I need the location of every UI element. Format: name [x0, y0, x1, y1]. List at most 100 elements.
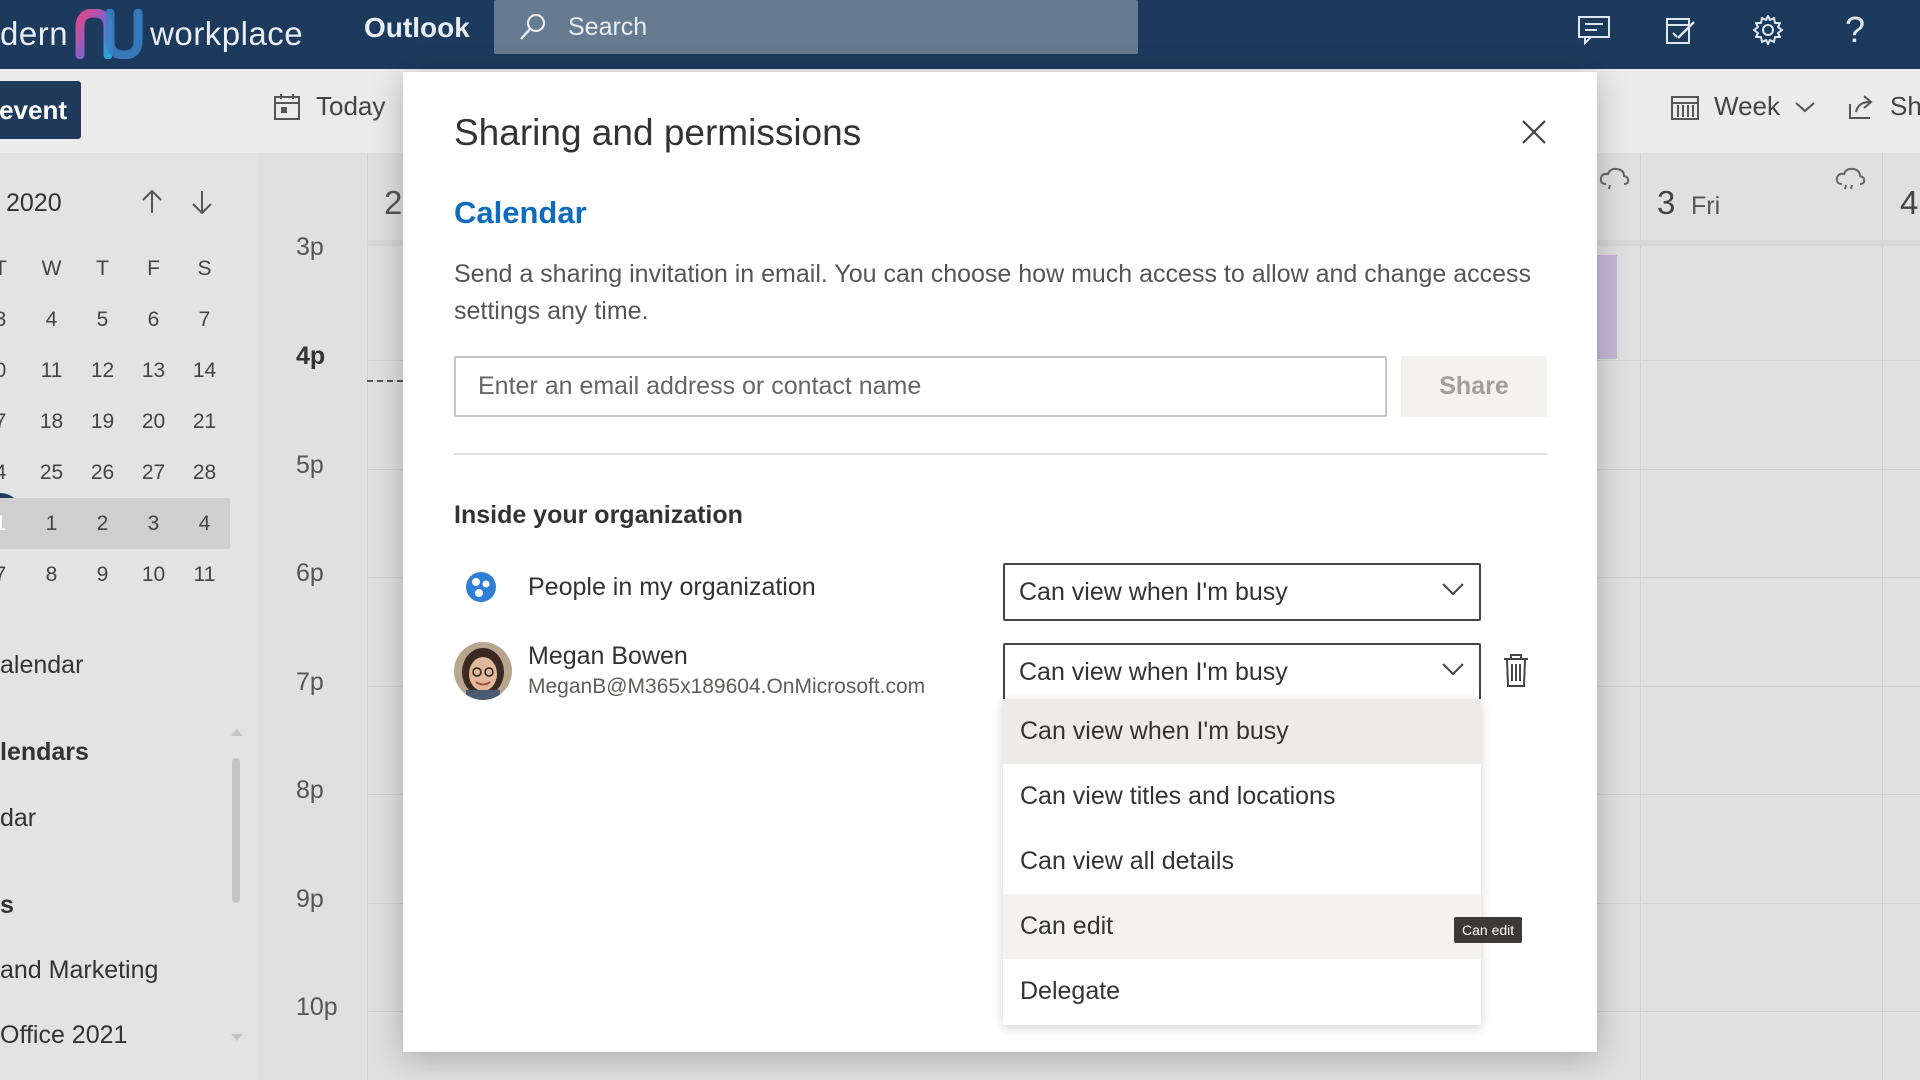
top-bar: dern workplace Outlook Search ? — [0, 0, 1920, 69]
weather-cloud-icon — [1599, 167, 1630, 190]
day-cell[interactable]: 11 — [26, 359, 77, 383]
arrow-up-icon[interactable] — [140, 189, 164, 222]
day-cell[interactable]: 28 — [179, 461, 230, 485]
sharing-permissions-dialog: Sharing and permissions Calendar Send a … — [403, 72, 1597, 1052]
view-switcher[interactable]: Week — [1670, 91, 1816, 122]
day-cell[interactable]: 20 — [128, 410, 179, 434]
person-permission-select[interactable]: Can view when I'm busy — [1003, 643, 1481, 701]
avatar — [454, 642, 512, 700]
day-cell[interactable]: 4 — [179, 512, 230, 536]
day-cell[interactable]: 12 — [77, 359, 128, 383]
chevron-down-icon — [1442, 663, 1464, 676]
search-box[interactable]: Search — [494, 0, 1138, 54]
time-label: 9p — [296, 885, 324, 913]
weekday-header-row: T W T F S — [0, 243, 230, 294]
calendar-event-block[interactable] — [1597, 255, 1617, 359]
day-header-number[interactable]: 3 — [1657, 184, 1675, 222]
app-name[interactable]: Outlook — [364, 12, 470, 44]
day-cell[interactable]: 4 — [26, 308, 77, 332]
sidebar-group-calendars[interactable]: lendars — [0, 738, 89, 767]
day-cell[interactable]: 2 — [77, 512, 128, 536]
day-cell[interactable]: 14 — [179, 359, 230, 383]
org-permission-select[interactable]: Can view when I'm busy — [1003, 563, 1481, 621]
day-cell[interactable]: 3 — [0, 308, 26, 332]
chevron-down-icon — [1795, 101, 1815, 112]
day-cell[interactable]: 10 — [128, 563, 179, 587]
day-cell[interactable]: 3 — [128, 512, 179, 536]
person-name: Megan Bowen — [528, 642, 688, 670]
menu-item-can-edit[interactable]: Can edit — [1003, 894, 1481, 959]
share-button[interactable]: Share — [1401, 356, 1547, 417]
sidebar-scrollbar[interactable] — [232, 758, 240, 903]
org-permission-value: Can view when I'm busy — [1019, 577, 1288, 606]
day-cell[interactable]: 6 — [128, 308, 179, 332]
menu-item-busy[interactable]: Can view when I'm busy — [1003, 699, 1481, 764]
help-icon[interactable]: ? — [1833, 8, 1877, 52]
mini-calendar-month[interactable]: 2020 — [6, 189, 62, 218]
day-cell[interactable]: 19 — [77, 410, 128, 434]
new-event-button[interactable]: event — [0, 81, 81, 139]
scroll-up-icon[interactable] — [230, 727, 244, 737]
gear-icon[interactable] — [1746, 8, 1790, 52]
section-title-calendar: Calendar — [454, 195, 587, 230]
day-header-name[interactable]: Fri — [1691, 192, 1720, 221]
sidebar-item-office-2021[interactable]: Office 2021 — [0, 1021, 127, 1050]
close-icon[interactable] — [1519, 117, 1549, 147]
trash-icon[interactable] — [1500, 653, 1532, 689]
org-row-name: People in my organization — [528, 573, 816, 601]
my-day-icon[interactable] — [1659, 8, 1703, 52]
day-cell[interactable]: 7 — [179, 308, 230, 332]
today-button[interactable]: Today — [272, 91, 385, 122]
day-cell[interactable]: 26 — [77, 461, 128, 485]
day-cell[interactable]: 7 — [0, 563, 26, 587]
time-label: 5p — [296, 451, 324, 479]
day-cell[interactable]: 21 — [179, 410, 230, 434]
day-cell-today[interactable]: 1 — [0, 512, 26, 536]
week-row: 0 11 12 13 14 — [0, 345, 230, 396]
brand-text-right: workplace — [150, 15, 304, 52]
share-calendar-button[interactable]: Sh — [1846, 91, 1920, 122]
sidebar-item-sales-marketing[interactable]: and Marketing — [0, 956, 158, 985]
email-field[interactable] — [454, 356, 1387, 417]
day-cell[interactable]: 11 — [179, 563, 230, 587]
org-section-heading: Inside your organization — [454, 501, 743, 529]
search-icon — [520, 13, 546, 40]
scroll-down-icon[interactable] — [230, 1033, 244, 1043]
day-cell[interactable]: 9 — [77, 563, 128, 587]
menu-item-all-details[interactable]: Can view all details — [1003, 829, 1481, 894]
mini-calendar-grid: T W T F S 3 4 5 6 7 0 11 12 13 14 7 18 1… — [0, 243, 230, 600]
menu-item-delegate[interactable]: Delegate — [1003, 959, 1481, 1024]
feedback-icon[interactable] — [1572, 8, 1616, 52]
sidebar-group-groups[interactable]: s — [0, 891, 14, 920]
weekday-header: F — [147, 256, 160, 280]
person-email: MeganB@M365x189604.OnMicrosoft.com — [528, 675, 926, 698]
sidebar-item-calendar-2[interactable]: dar — [0, 804, 36, 833]
weekday-header: T — [96, 256, 109, 280]
organization-icon — [465, 571, 497, 603]
dialog-title: Sharing and permissions — [454, 112, 862, 153]
day-cell[interactable]: 18 — [26, 410, 77, 434]
search-placeholder: Search — [568, 12, 648, 41]
arrow-down-icon[interactable] — [190, 189, 214, 222]
day-cell[interactable]: 4 — [0, 461, 26, 485]
time-label: 6p — [296, 559, 324, 587]
brand-logo[interactable]: dern workplace — [0, 8, 303, 60]
day-cell[interactable]: 5 — [77, 308, 128, 332]
weekday-header: T — [0, 256, 7, 280]
day-header-next[interactable]: 4 — [1900, 184, 1918, 222]
day-cell[interactable]: 7 — [0, 410, 26, 434]
share-icon — [1849, 94, 1873, 119]
sidebar-item-calendar[interactable]: alendar — [0, 651, 83, 680]
week-row: 7 18 19 20 21 — [0, 396, 230, 447]
day-cell[interactable]: 27 — [128, 461, 179, 485]
permission-dropdown-menu: Can view when I'm busy Can view titles a… — [1003, 699, 1481, 1025]
day-cell[interactable]: 0 — [0, 359, 26, 383]
time-label: 8p — [296, 776, 324, 804]
time-label: 10p — [296, 993, 338, 1021]
grid-line — [367, 153, 368, 1080]
menu-item-titles-locations[interactable]: Can view titles and locations — [1003, 764, 1481, 829]
day-cell[interactable]: 13 — [128, 359, 179, 383]
day-cell[interactable]: 8 — [26, 563, 77, 587]
day-cell[interactable]: 25 — [26, 461, 77, 485]
day-cell[interactable]: 1 — [26, 512, 77, 536]
